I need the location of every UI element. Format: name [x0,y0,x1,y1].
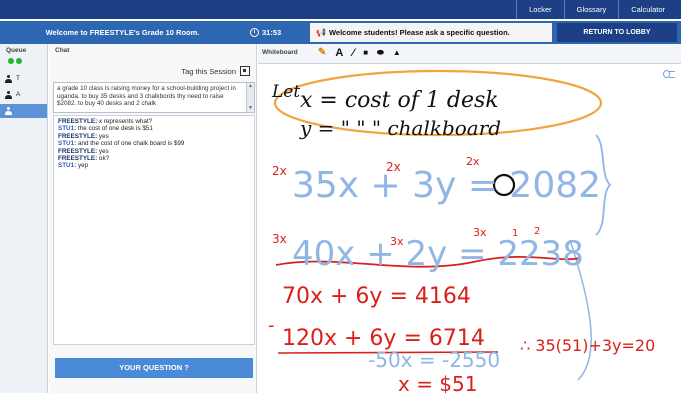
sender-name: STU1: [58,140,77,148]
clock-icon [250,28,259,37]
multiplier-mark: 3x [272,232,287,246]
chat-panel: Chat Tag this Session a grade 10 class i… [49,44,257,393]
message-text: yep [76,162,89,170]
top-navigation-bar: Locker Glossary Calculator [0,0,681,19]
text-tool-icon[interactable]: A [335,47,343,59]
sender-name: STU1: [58,125,77,133]
message-text: and the cost of one chalk board is $99 [76,140,185,148]
top-nav-links: Locker Glossary Calculator [516,0,677,19]
sender-name: STU1: [58,162,77,170]
calculator-link[interactable]: Calculator [618,0,677,19]
whiteboard-label: Whiteboard [262,49,298,56]
tag-session-label: Tag this Session [181,66,236,76]
chat-message: FREESTYLE: ok? [58,155,250,162]
tag-session-control[interactable]: Tag this Session [181,66,250,76]
chat-message: FREESTYLE: yes [58,133,250,140]
queue-item[interactable]: T [0,72,47,86]
timer-value: 31:53 [262,28,282,37]
queue-panel: Queue T A [0,44,48,393]
result-row-1: 70x + 6y = 4164 [282,284,471,309]
definition-x: x = cost of 1 desk [300,88,499,113]
chat-message: STU1: yep [58,162,250,169]
status-indicator [0,58,47,70]
queue-item-label: A [16,91,21,98]
drawing-tools: ✎ A ⁄ ■ ⬬ ▲ [318,47,410,59]
multiplier-mark: 2 [534,226,540,237]
triangle-tool-icon[interactable]: ▲ [393,47,401,59]
sender-name: FREESTYLE: [58,132,98,140]
chat-message: STU1: and the cost of one chalk board is… [58,140,250,147]
sender-name: FREESTYLE: [58,147,98,155]
announcement-text: Welcome students! Please ask a specific … [328,28,510,37]
queue-item-label: T [16,75,20,82]
queue-item[interactable]: A [0,88,47,102]
your-question-button[interactable]: YOUR QUESTION ? [55,358,253,378]
pencil-icon[interactable]: ✎ [318,47,326,59]
status-dot [8,58,14,64]
megaphone-icon: 📢 [316,28,326,37]
definition-y: y = " " " chalkboard [299,116,501,140]
student-icon [5,107,12,115]
multiplier-mark: 3x [473,226,487,239]
sender-name: FREESTYLE: [58,155,98,163]
message-text: x represents what? [97,118,153,125]
chat-message: FREESTYLE: x represents what? [58,118,250,125]
glossary-link[interactable]: Glossary [563,0,619,19]
subtract-sign: - [268,315,275,336]
rectangle-tool-icon[interactable]: ■ [363,47,368,59]
line-tool-icon[interactable]: ⁄ [352,47,354,59]
sender-name: FREESTYLE: [58,118,98,125]
answer-text: x = $51 [398,372,477,393]
student-question-box: a grade 10 class is raising money for a … [53,82,255,113]
queue-item-selected[interactable] [0,104,47,118]
difference-row: -50x = -2550 [368,348,500,372]
tag-icon[interactable] [240,66,250,76]
message-text: yes [97,132,109,140]
student-icon [5,91,12,99]
session-timer: 31:53 [250,21,281,44]
message-text: ok? [97,155,110,163]
chat-message: FREESTYLE: yes [58,148,250,155]
message-text: yes [97,147,109,155]
question-scrollbar[interactable] [246,83,254,112]
return-to-lobby-button[interactable]: RETURN TO LOBBY [557,23,677,42]
multiplier-mark: 2x [466,155,480,168]
room-title: Welcome to FREESTYLE's Grade 10 Room. [45,28,200,37]
chat-log: FREESTYLE: x represents what? STU1: the … [53,115,255,345]
message-text: the cost of one desk is $51 [76,125,153,133]
locker-link[interactable]: Locker [516,0,564,19]
status-dot [16,58,22,64]
chat-label: Chat [55,47,70,54]
chat-message: STU1: the cost of one desk is $51 [58,125,250,132]
equation-2: 40x + 2y = 2238 [292,234,584,274]
substitution-text: ∴ 35(51)+3y=20 [520,336,655,355]
let-text: Let [271,82,300,102]
multiplier-mark: 2x [272,164,287,178]
whiteboard-toolbar: Whiteboard ✎ A ⁄ ■ ⬬ ▲ [258,44,681,64]
whiteboard-panel: Whiteboard ✎ A ⁄ ■ ⬬ ▲ Let x = cost of 1… [258,44,681,393]
ellipse-tool-icon[interactable]: ⬬ [377,47,384,59]
multiplier-mark: 2x [386,160,401,174]
equation-1: 35x + 3y = 2082 [292,165,601,206]
room-header: Welcome to FREESTYLE's Grade 10 Room. 31… [0,21,681,44]
queue-label: Queue [6,47,27,54]
student-icon [5,75,12,83]
question-text: a grade 10 class is raising money for a … [57,85,236,107]
multiplier-mark: 1 [512,228,518,239]
announcement-banner: 📢 Welcome students! Please ask a specific… [310,23,552,42]
whiteboard-canvas[interactable]: Let x = cost of 1 desk y = " " " chalkbo… [258,65,681,393]
multiplier-mark: 3x [390,235,404,248]
